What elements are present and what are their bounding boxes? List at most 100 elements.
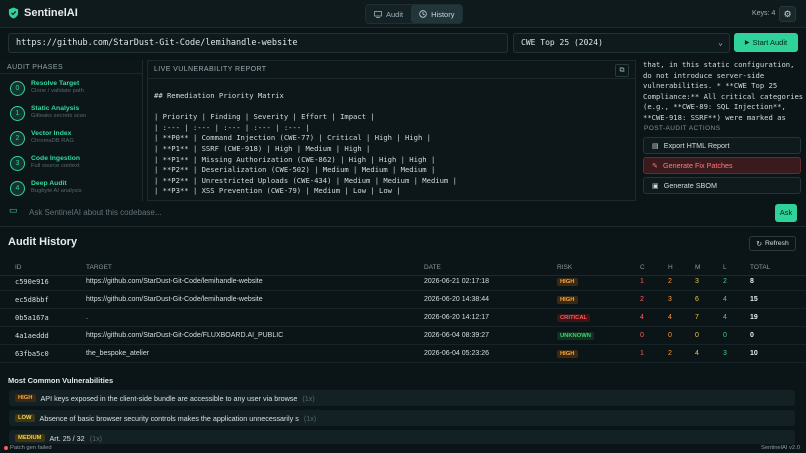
report-line: ## Remediation Priority Matrix	[154, 91, 284, 100]
row-total: 0	[750, 332, 754, 339]
report-line: | **P2** | Unrestricted Uploads (CWE-434…	[154, 175, 457, 185]
copy-icon: ⧉	[619, 67, 625, 74]
generate-sbom-label: Generate SBOM	[663, 181, 717, 190]
row-date: 2026-06-04 05:23:26	[424, 350, 489, 357]
vuln-text: API keys exposed in the client-side bund…	[40, 393, 298, 403]
app-title: SentinelAI	[24, 7, 78, 19]
table-row[interactable]: c590e916 https://github.com/StarDust-Git…	[0, 273, 806, 291]
summary-line: **CWE-918: SSRF**) were marked as	[643, 112, 786, 122]
row-target: the_bespoke_atelier	[86, 350, 150, 357]
report-line: | **P1** | SSRF (CWE-918) | High | Mediu…	[154, 143, 371, 153]
table-row[interactable]: ec5d8bbf https://github.com/StarDust-Git…	[0, 291, 806, 309]
severity-badge: MEDIUM	[15, 434, 45, 442]
export-html-button[interactable]: ▤ Export HTML Report	[643, 137, 801, 154]
summary-line: Compliance:** All critical categories	[643, 91, 804, 101]
summary-line: vulnerabilities. * **CWE Top 25	[643, 81, 778, 90]
row-date: 2026-06-20 14:38:44	[424, 296, 489, 303]
vuln-text: Art. 25 / 32	[49, 433, 85, 443]
row-low: 4	[723, 296, 727, 303]
refresh-icon: ↻	[756, 240, 762, 248]
row-low: 4	[723, 314, 727, 321]
phases-title: AUDIT PHASES	[0, 60, 142, 74]
phase-item: 2 Vector Index ChromaDB RAG	[0, 128, 142, 153]
row-critical: 0	[640, 332, 644, 339]
row-date: 2026-06-20 14:12:17	[424, 314, 489, 321]
vuln-item[interactable]: HIGH API keys exposed in the client-side…	[9, 390, 795, 406]
clock-icon	[419, 10, 427, 18]
settings-button[interactable]: ⚙	[779, 6, 796, 22]
phase-name: Vector Index	[31, 130, 72, 137]
row-date: 2026-06-21 02:17:18	[424, 278, 489, 285]
row-total: 10	[750, 350, 758, 357]
severity-badge: LOW	[15, 414, 35, 422]
row-medium: 7	[695, 314, 699, 321]
common-vulns-title: Most Common Vulnerabilities	[8, 376, 114, 385]
ask-input[interactable]: Ask SentinelAI about this codebase...	[24, 204, 769, 222]
risk-badge: CRITICAL	[557, 314, 591, 322]
refresh-button[interactable]: ↻ Refresh	[749, 236, 796, 251]
audit-history-section: Audit History ↻ Refresh ID TARGET DATE R…	[0, 226, 806, 453]
row-low: 2	[723, 278, 727, 285]
standard-select[interactable]: CWE Top 25 (2024) ⌄	[513, 33, 730, 53]
keys-count: Keys: 4	[752, 10, 776, 17]
package-icon: ▣	[652, 181, 659, 190]
phase-number: 1	[10, 106, 25, 121]
row-critical: 1	[640, 278, 644, 285]
view-tabs: Audit History	[365, 4, 464, 24]
report-line	[154, 102, 457, 113]
history-title: Audit History	[8, 236, 78, 248]
standard-select-value: CWE Top 25 (2024)	[521, 38, 603, 47]
start-audit-button[interactable]: ▶ Start Audit	[734, 33, 798, 52]
row-medium: 4	[695, 350, 699, 357]
table-row[interactable]: 4a1aeddd https://github.com/StarDust-Git…	[0, 327, 806, 345]
phase-item: 3 Code Ingestion Full source context	[0, 153, 142, 178]
vuln-count: (1x)	[89, 433, 103, 443]
row-target: .	[86, 314, 88, 321]
repo-url-input[interactable]: https://github.com/StarDust-Git-Code/lem…	[8, 33, 508, 53]
risk-badge: HIGH	[557, 296, 578, 304]
tab-audit[interactable]: Audit	[366, 5, 411, 23]
live-report-panel: LIVE VULNERABILITY REPORT ⧉ ## Remediati…	[147, 60, 636, 201]
tab-audit-label: Audit	[386, 9, 404, 19]
row-medium: 3	[695, 278, 699, 285]
table-row[interactable]: 63fba5c0 the_bespoke_atelier 2026-06-04 …	[0, 345, 806, 363]
table-row[interactable]: 0b5a167a . 2026-06-20 14:12:17 CRITICAL …	[0, 309, 806, 327]
risk-badge: UNKNOWN	[557, 332, 594, 340]
row-high: 0	[668, 332, 672, 339]
phase-name: Resolve Target	[31, 80, 80, 87]
phase-subtitle: Clone / validate path	[31, 88, 84, 94]
row-total: 8	[750, 278, 754, 285]
row-medium: 6	[695, 296, 699, 303]
vuln-item[interactable]: LOW Absence of basic browser security co…	[9, 410, 795, 426]
phase-item: 4 Deep Audit Bugbyte AI analysis	[0, 178, 142, 201]
row-id: c590e916	[15, 278, 49, 286]
phase-name: Static Analysis	[31, 105, 80, 112]
row-high: 3	[668, 296, 672, 303]
refresh-label: Refresh	[764, 240, 789, 247]
gear-icon: ⚙	[783, 9, 792, 19]
copy-report-button[interactable]: ⧉	[615, 64, 629, 77]
tab-history[interactable]: History	[411, 5, 463, 23]
col-risk: RISK	[557, 264, 573, 271]
vuln-count: (1x)	[302, 393, 315, 403]
status-bar: Patch gen failed SentinelAI v2.0	[0, 444, 806, 453]
phase-number: 4	[10, 181, 25, 196]
row-critical: 1	[640, 350, 644, 357]
row-target: https://github.com/StarDust-Git-Code/FLU…	[86, 332, 284, 339]
col-date: DATE	[424, 264, 441, 271]
phase-subtitle: ChromaDB RAG	[31, 138, 74, 144]
phase-name: Code Ingestion	[31, 155, 81, 162]
col-target: TARGET	[86, 264, 112, 271]
phase-subtitle: Gitleaks secrets scan	[31, 113, 87, 119]
summary-line: that, in this static configuration,	[643, 60, 795, 69]
phase-item: 0 Resolve Target Clone / validate path	[0, 78, 142, 103]
report-line: | Priority | Finding | Severity | Effort…	[154, 112, 375, 122]
ask-button[interactable]: Ask	[775, 204, 797, 222]
row-id: 0b5a167a	[15, 314, 49, 322]
phase-item: 1 Static Analysis Gitleaks secrets scan	[0, 103, 142, 128]
vuln-text: Absence of basic browser security contro…	[39, 413, 299, 423]
row-total: 19	[750, 314, 758, 321]
generate-fix-patches-button[interactable]: ✎ Generate Fix Patches	[643, 157, 801, 174]
generate-sbom-button[interactable]: ▣ Generate SBOM	[643, 177, 801, 194]
row-high: 4	[668, 314, 672, 321]
